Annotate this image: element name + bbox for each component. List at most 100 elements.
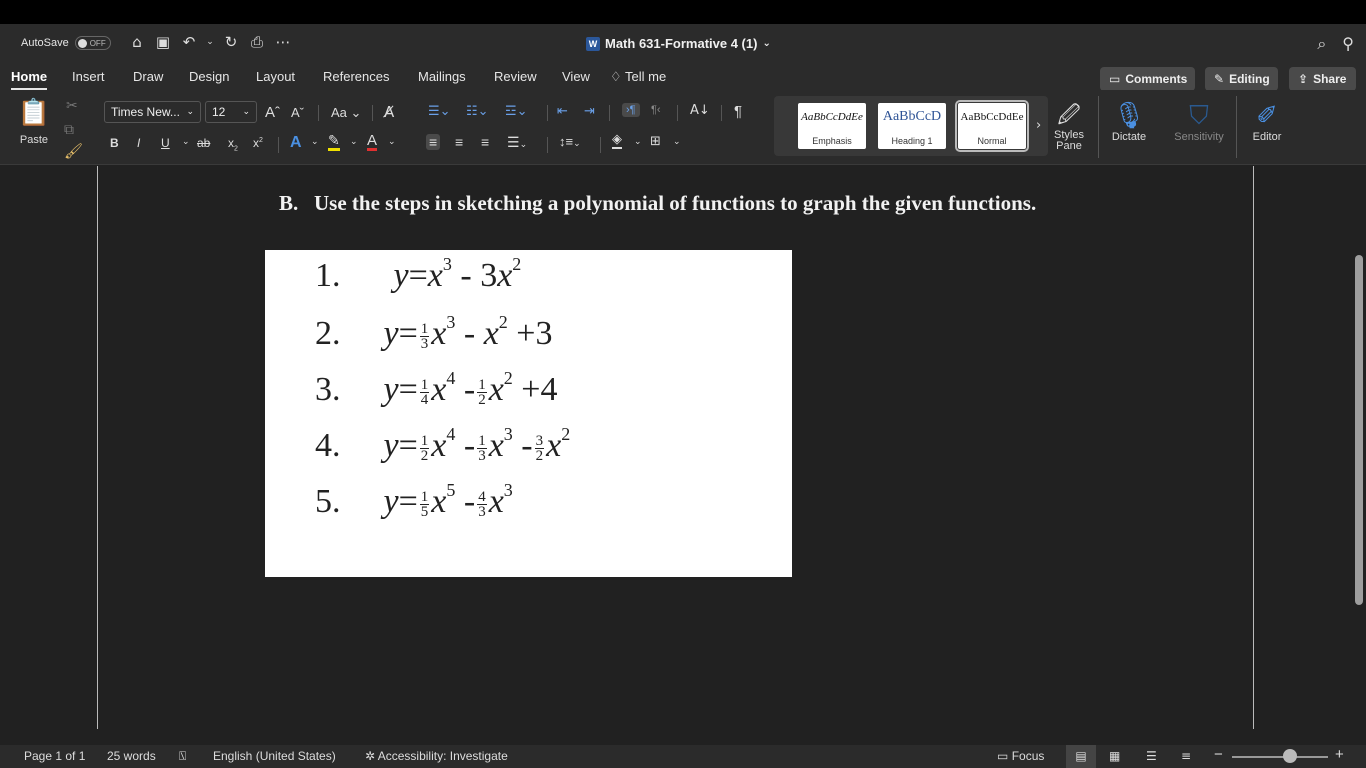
vertical-scrollbar[interactable] — [1355, 255, 1363, 605]
save-icon[interactable]: ▣ — [154, 33, 172, 51]
print-layout-icon[interactable]: ▤ — [1066, 745, 1096, 768]
multilevel-list-icon[interactable]: ☲⌄ — [505, 104, 528, 119]
font-size-select[interactable]: 12 ⌄ — [205, 101, 257, 123]
italic-button[interactable]: I — [137, 136, 140, 150]
underline-button[interactable]: U — [161, 136, 170, 150]
chevron-down-icon[interactable]: ⌄ — [673, 137, 681, 147]
shrink-font-icon[interactable]: Aˇ — [291, 105, 304, 120]
justify-icon[interactable]: ☰⌄ — [507, 134, 527, 151]
account-icon[interactable]: ⚲ — [1342, 34, 1354, 54]
style-sample: AaBbCcD — [882, 109, 942, 124]
redo-icon[interactable]: ↻ — [222, 33, 240, 51]
tab-references[interactable]: References — [323, 69, 389, 84]
chevron-down-icon[interactable]: ⌄ — [388, 137, 396, 147]
line-spacing-icon[interactable]: ↕≡⌄ — [559, 134, 581, 149]
outline-view-icon[interactable]: ☰ — [1146, 749, 1157, 763]
focus-button[interactable]: ▭ Focus — [997, 749, 1044, 763]
tab-review[interactable]: Review — [494, 69, 537, 84]
clear-formatting-icon[interactable]: A̸ — [384, 103, 394, 121]
autosave-control[interactable]: AutoSave OFF — [21, 36, 111, 50]
copy-icon[interactable]: ⧉ — [64, 122, 74, 138]
style-emphasis[interactable]: AaBbCcDdEe Emphasis — [798, 103, 866, 149]
document-title[interactable]: W Math 631-Formative 4 (1) ⌄ — [586, 36, 771, 51]
tab-design[interactable]: Design — [189, 69, 229, 84]
strikethrough-button[interactable]: ab — [197, 136, 210, 150]
home-icon[interactable]: ⌂ — [128, 33, 146, 51]
accessibility-label: Accessibility: Investigate — [377, 749, 508, 763]
tab-view[interactable]: View — [562, 69, 590, 84]
share-button[interactable]: ⇪ Share — [1289, 67, 1356, 91]
focus-label: Focus — [1011, 749, 1045, 763]
tab-draw[interactable]: Draw — [133, 69, 163, 84]
rtl-button[interactable]: ¶‹ — [651, 104, 661, 116]
show-formatting-icon[interactable]: ¶ — [734, 103, 742, 120]
sensitivity-button[interactable]: ⛉ Sensitivity — [1168, 98, 1230, 143]
proofing-icon[interactable]: ⍂ — [179, 749, 186, 764]
bold-button[interactable]: B — [110, 136, 119, 150]
highlight-icon[interactable]: ✎ — [328, 134, 340, 151]
increase-indent-icon[interactable]: ⇥ — [584, 104, 595, 119]
font-color-icon[interactable]: A — [367, 133, 378, 151]
chevron-down-icon[interactable]: ⌄ — [182, 137, 190, 147]
comments-button[interactable]: ▭ Comments — [1100, 67, 1195, 91]
quick-access-toolbar: ⌂ ▣ ↶ ⌄ ↻ ⎙ ⋯ — [128, 33, 292, 51]
text-effects-icon[interactable]: A — [290, 134, 302, 152]
align-right-icon[interactable]: ≡ — [481, 134, 489, 150]
word-count[interactable]: 25 words — [107, 749, 156, 763]
tab-layout[interactable]: Layout — [256, 69, 295, 84]
accessibility-icon: ✲ — [365, 749, 376, 763]
ltr-button[interactable]: ›¶ — [622, 103, 640, 117]
bullets-icon[interactable]: ☰⌄ — [428, 104, 451, 119]
page-count[interactable]: Page 1 of 1 — [24, 749, 85, 763]
subscript-button[interactable]: x2 — [228, 136, 238, 152]
editing-label: Editing — [1229, 72, 1270, 86]
change-case-button[interactable]: Aa ⌄ — [331, 105, 361, 121]
grow-font-icon[interactable]: Aˆ — [265, 104, 280, 121]
numbering-icon[interactable]: ☷⌄ — [466, 104, 489, 119]
sort-icon[interactable]: A↓ — [690, 103, 710, 118]
chevron-down-icon[interactable]: ⌄ — [634, 137, 642, 147]
style-heading-1[interactable]: AaBbCcD Heading 1 — [878, 103, 946, 149]
decrease-indent-icon[interactable]: ⇤ — [557, 104, 568, 119]
style-normal[interactable]: AaBbCcDdEe Normal — [955, 100, 1029, 152]
zoom-in-button[interactable]: + — [1335, 746, 1344, 763]
borders-icon[interactable]: ⊞ — [650, 134, 661, 149]
undo-icon[interactable]: ↶ — [180, 33, 198, 51]
language[interactable]: English (United States) — [213, 749, 336, 763]
tab-home[interactable]: Home — [11, 69, 48, 90]
more-icon[interactable]: ⋯ — [274, 33, 292, 51]
tab-tell-me[interactable]: ♢ Tell me — [610, 69, 666, 85]
web-layout-icon[interactable]: ▦ — [1109, 749, 1120, 763]
zoom-slider-track[interactable] — [1232, 756, 1328, 758]
chevron-down-icon[interactable]: ⌄ — [350, 137, 358, 147]
print-icon[interactable]: ⎙ — [248, 33, 266, 51]
chevron-down-icon[interactable]: ⌄ — [311, 137, 319, 147]
draft-view-icon[interactable]: ≡ — [1181, 749, 1191, 763]
zoom-out-button[interactable]: − — [1214, 746, 1223, 763]
autosave-state: OFF — [89, 38, 106, 48]
search-icon[interactable]: ⌕ — [1317, 34, 1326, 54]
gallery-more-icon[interactable]: › — [1036, 118, 1041, 133]
tab-mailings[interactable]: Mailings — [418, 69, 466, 84]
paste-button[interactable]: 📋 Paste — [14, 98, 54, 148]
equations-image[interactable]: 1. y=x3 - 3x2 2. y= 1 3 x3 - x2 +3 3. y= 1 4 x… — [265, 250, 792, 577]
divider — [609, 105, 610, 121]
tab-insert[interactable]: Insert — [72, 69, 105, 84]
zoom-slider-thumb[interactable] — [1283, 749, 1297, 763]
font-name-select[interactable]: Times New... ⌄ — [104, 101, 201, 123]
format-painter-icon[interactable]: 🖌 — [64, 142, 83, 160]
accessibility-status[interactable]: ✲ Accessibility: Investigate — [365, 749, 508, 763]
align-left-icon[interactable]: ≡ — [426, 134, 441, 150]
document-canvas[interactable]: B. Use the steps in sketching a polynomi… — [0, 166, 1366, 731]
shading-icon[interactable]: ◈ — [612, 133, 622, 149]
editing-button[interactable]: ✎ Editing — [1205, 67, 1278, 91]
align-center-icon[interactable]: ≡ — [455, 134, 463, 150]
undo-dropdown-icon[interactable]: ⌄ — [206, 37, 214, 47]
dictate-button[interactable]: 🎙 Dictate — [1106, 98, 1152, 143]
editor-button[interactable]: ✐ Editor — [1247, 98, 1287, 143]
autosave-toggle[interactable]: OFF — [74, 36, 111, 50]
styles-pane-button[interactable]: 🖉 Styles Pane — [1051, 98, 1087, 152]
cut-icon[interactable]: ✂ — [66, 98, 78, 114]
superscript-button[interactable]: x2 — [253, 136, 263, 150]
style-sample: AaBbCcDdEe — [960, 111, 1024, 123]
